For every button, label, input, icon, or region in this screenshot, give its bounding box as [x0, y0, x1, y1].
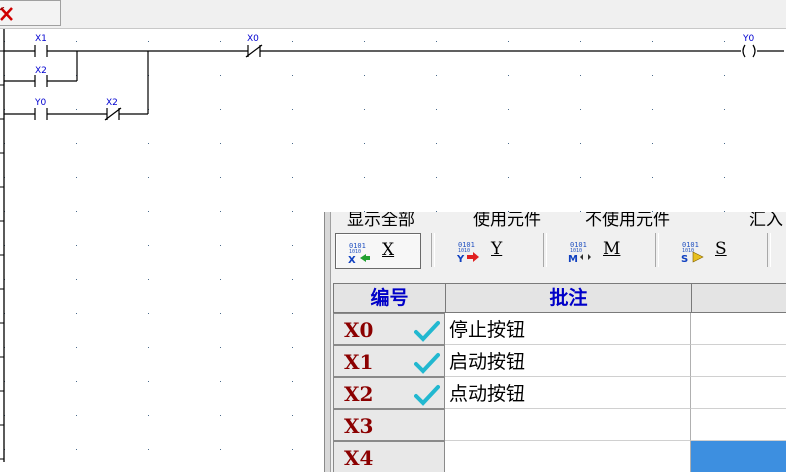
- red-x-icon: [0, 7, 13, 21]
- filter-y-button[interactable]: 0101 1010 Y Y: [445, 233, 531, 269]
- device-id: X4: [344, 446, 374, 470]
- toolbar: [0, 0, 786, 29]
- contact-y0-label: Y0: [34, 98, 46, 108]
- filter-y-label: Y: [491, 239, 503, 259]
- filter-x-label: X: [382, 240, 395, 260]
- checkmark-icon: [414, 385, 440, 406]
- s-state-icon: 0101 1010 S: [681, 241, 704, 264]
- filter-m-button[interactable]: 0101 1010 M M: [557, 233, 643, 269]
- x-input-icon: 0101 1010 X: [348, 242, 370, 265]
- device-id-cell[interactable]: X3: [333, 409, 445, 441]
- menu-show-all[interactable]: 显示全部: [347, 212, 415, 230]
- selected-cell[interactable]: [691, 441, 786, 472]
- comment-text: 点动按钮: [449, 383, 526, 405]
- device-id-cell[interactable]: X2: [333, 377, 445, 409]
- comment-text: 停止按钮: [449, 319, 526, 341]
- device-type-toolbar: 0101 1010 X X 0101 1010 Y Y 0101 1010 M …: [333, 231, 786, 271]
- comment-cell[interactable]: 停止按钮: [445, 313, 691, 345]
- comment-cell[interactable]: [445, 441, 691, 472]
- extra-cell[interactable]: [691, 409, 786, 441]
- filter-x-button[interactable]: 0101 1010 X X: [335, 233, 421, 269]
- checkmark-icon: [414, 321, 440, 342]
- device-id-cell[interactable]: X1: [333, 345, 445, 377]
- device-id: X2: [344, 382, 374, 406]
- contact-x1-label: X1: [35, 34, 47, 44]
- contact-x2-label: X2: [35, 66, 47, 76]
- svg-text:X: X: [348, 255, 356, 265]
- comment-cell[interactable]: 点动按钮: [445, 377, 691, 409]
- m-relay-icon: 0101 1010 M: [568, 241, 591, 264]
- toolbar-separator: [767, 233, 771, 267]
- device-comment-panel: 显示全部 使用元件 不使用元件 汇入 0101 1010 X X 0101 10…: [324, 212, 786, 472]
- panel-edge: [325, 212, 331, 472]
- menu-unused-devices[interactable]: 不使用元件: [585, 212, 670, 230]
- checkmark-icon: [414, 353, 440, 374]
- extra-cell[interactable]: [691, 377, 786, 409]
- column-header-extra[interactable]: [691, 283, 786, 313]
- coil-y0-label: Y0: [742, 34, 754, 44]
- svg-text:Y: Y: [456, 254, 465, 264]
- toolbar-close-button[interactable]: [0, 0, 61, 26]
- column-header-comment[interactable]: 批注: [445, 283, 692, 313]
- comment-cell[interactable]: 启动按钮: [445, 345, 691, 377]
- menu-used-devices[interactable]: 使用元件: [473, 212, 541, 230]
- contact-x0-label: X0: [247, 34, 259, 44]
- svg-text:M: M: [568, 254, 578, 264]
- extra-cell[interactable]: [691, 313, 786, 345]
- filter-s-button[interactable]: 0101 1010 S S: [669, 233, 755, 269]
- y-output-icon: 0101 1010 Y: [456, 241, 479, 264]
- device-id: X0: [344, 318, 374, 342]
- contact-x2b-label: X2: [106, 98, 118, 108]
- toolbar-separator: [543, 233, 547, 267]
- device-id: X3: [344, 414, 374, 438]
- device-id-cell[interactable]: X4: [333, 441, 445, 472]
- extra-cell[interactable]: [691, 345, 786, 377]
- menu-import[interactable]: 汇入: [749, 212, 783, 230]
- device-id: X1: [344, 350, 374, 374]
- svg-text:S: S: [681, 254, 688, 264]
- comment-cell[interactable]: [445, 409, 691, 441]
- device-id-cell[interactable]: X0: [333, 313, 445, 345]
- toolbar-separator: [431, 233, 435, 267]
- filter-m-label: M: [603, 239, 621, 259]
- toolbar-separator: [655, 233, 659, 267]
- column-header-id[interactable]: 编号: [333, 283, 446, 313]
- comment-text: 启动按钮: [449, 351, 526, 373]
- filter-s-label: S: [715, 239, 727, 259]
